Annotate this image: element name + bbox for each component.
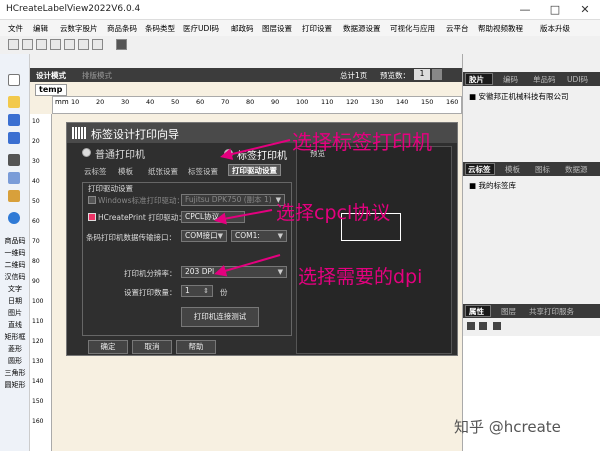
annotation-select-cpcl: 选择cpcl协议 [276, 202, 391, 224]
arrow-to-cpcl [214, 209, 273, 225]
arrow-to-dpi [214, 254, 281, 277]
watermark: 知乎 @hcreate [454, 418, 561, 436]
annotation-arrows [214, 139, 291, 277]
annotation-select-label-printer: 选择标签打印机 [292, 130, 432, 154]
arrow-to-label-printer [220, 139, 291, 160]
annotation-select-dpi: 选择需要的dpi [298, 266, 423, 288]
